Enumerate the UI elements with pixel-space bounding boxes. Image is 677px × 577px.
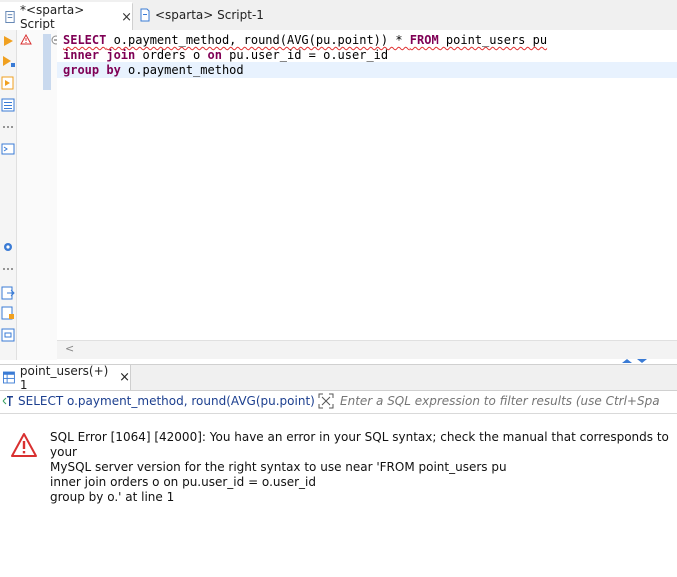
code-text: point_users pu — [438, 33, 548, 47]
error-message: SQL Error [1064] [42000]: You have an er… — [50, 430, 669, 504]
tab-label: <sparta> Script-1 — [155, 8, 264, 22]
sql-keyword: on — [207, 48, 222, 62]
line-gutter — [17, 30, 61, 360]
file-lock-icon[interactable] — [1, 306, 15, 320]
code-line-2[interactable]: inner join orders o on pu.user_id = o.us… — [63, 48, 388, 63]
sql-keyword: SELECT — [63, 33, 107, 47]
sql-script-icon — [140, 8, 150, 22]
results-tab-bar: point_users(+) 1 × — [0, 363, 677, 392]
tab-label: *<sparta> Script — [19, 3, 85, 31]
tab-results[interactable]: point_users(+) 1 × — [0, 363, 131, 392]
explain-plan-icon[interactable] — [1, 98, 15, 112]
results-filter-bar: SELECT o.payment_method, round(AVG(pu.po… — [0, 389, 677, 414]
sql-script-icon — [5, 10, 15, 24]
scroll-left-icon[interactable]: < — [65, 342, 74, 355]
close-icon[interactable]: × — [121, 10, 132, 25]
gear-icon[interactable] — [1, 240, 15, 254]
filter-input[interactable] — [338, 393, 662, 409]
warning-icon — [20, 34, 32, 45]
error-triangle-icon — [11, 433, 37, 457]
more-icon[interactable] — [1, 120, 15, 134]
grid-icon — [3, 371, 15, 384]
code-text: o.payment_method, round(AVG(pu.point)) * — [106, 33, 410, 47]
execute-new-tab-icon[interactable] — [1, 54, 15, 68]
close-icon[interactable]: × — [119, 370, 130, 385]
expand-icon[interactable] — [318, 393, 334, 409]
query-range-marker — [43, 34, 51, 90]
code-line-1[interactable]: SELECT o.payment_method, round(AVG(pu.po… — [63, 33, 547, 48]
sql-editor[interactable]: SELECT o.payment_method, round(AVG(pu.po… — [57, 30, 677, 340]
sql-query-icon — [2, 396, 13, 406]
tab-script[interactable]: *<sparta> Script × — [0, 2, 133, 31]
execute-icon[interactable] — [1, 34, 15, 48]
results-tab-label: point_users(+) 1 — [19, 363, 109, 392]
code-text: pu.user_id = o.user_id — [221, 48, 389, 62]
error-panel: SQL Error [1064] [42000]: You have an er… — [0, 414, 677, 577]
horizontal-scrollbar[interactable]: < — [57, 340, 677, 359]
code-text: o.payment_method — [120, 63, 244, 77]
execute-script-icon[interactable] — [1, 76, 15, 90]
editor-tab-bar: *<sparta> Script × <sparta> Script-1 — [0, 0, 677, 31]
sql-keyword: group by — [63, 63, 121, 77]
code-text: orders o — [135, 48, 208, 62]
export-icon[interactable] — [1, 286, 15, 300]
left-toolbar — [0, 30, 17, 360]
sql-keyword: FROM — [409, 33, 439, 47]
more-icon[interactable] — [1, 262, 15, 276]
terminal-icon[interactable] — [1, 142, 15, 156]
variables-icon[interactable] — [1, 328, 15, 342]
filter-query-text: SELECT o.payment_method, round(AVG(pu.po… — [18, 394, 314, 408]
code-line-3[interactable]: group by o.payment_method — [63, 63, 244, 78]
sql-keyword: inner join — [63, 48, 136, 62]
tab-script-1[interactable]: <sparta> Script-1 — [134, 2, 284, 28]
